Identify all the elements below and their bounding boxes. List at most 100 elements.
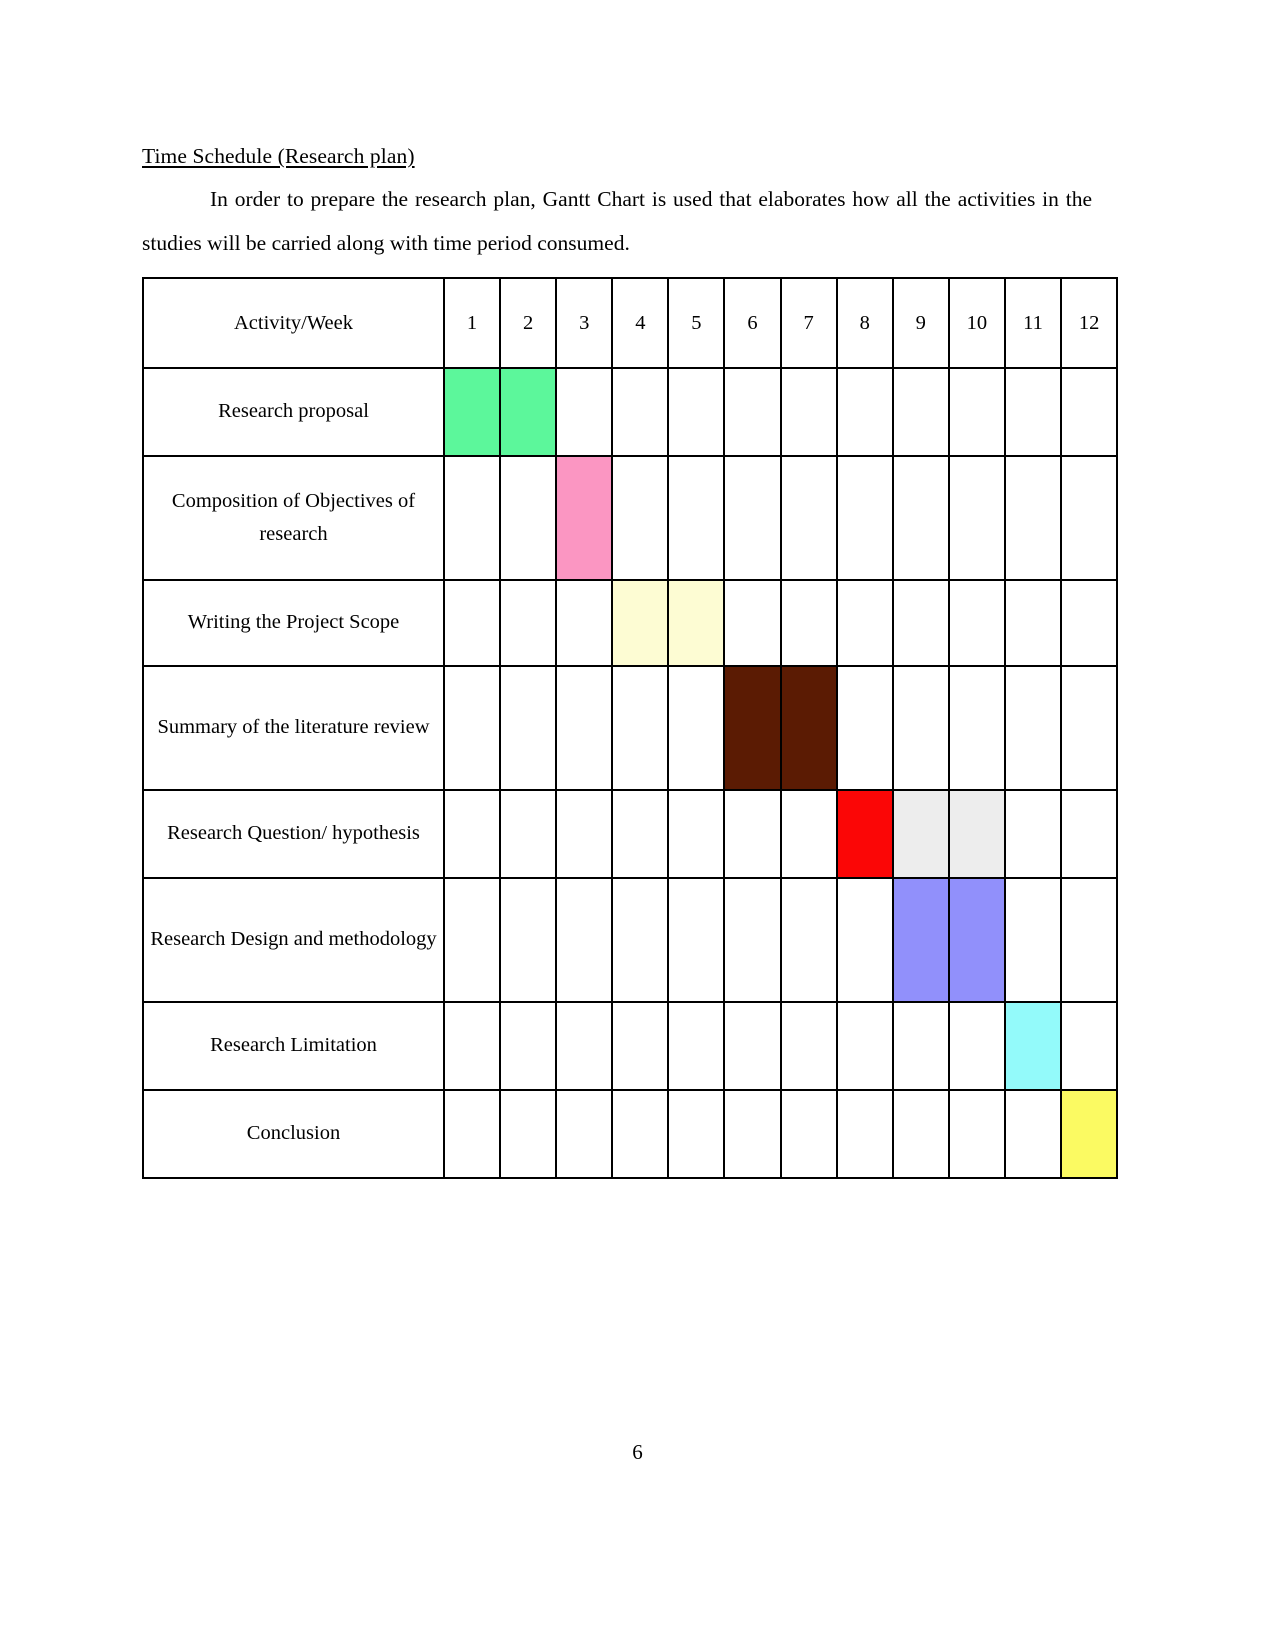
table-row: Research Limitation <box>142 1001 1119 1092</box>
gantt-empty-cell <box>442 665 502 792</box>
gantt-empty-cell <box>891 1089 950 1180</box>
gantt-empty-cell <box>611 877 670 1004</box>
gantt-empty-cell <box>667 789 726 880</box>
gantt-empty-cell <box>442 1001 502 1092</box>
gantt-empty-cell <box>442 1089 502 1180</box>
gantt-bar-cell <box>611 579 670 668</box>
gantt-empty-cell <box>611 455 670 582</box>
gantt-empty-cell <box>1060 455 1119 582</box>
table-row: Conclusion <box>142 1089 1119 1180</box>
gantt-empty-cell <box>835 367 894 458</box>
gantt-empty-cell <box>1060 1001 1119 1092</box>
gantt-empty-cell <box>947 1001 1006 1092</box>
gantt-empty-cell <box>1060 789 1119 880</box>
gantt-empty-cell <box>947 665 1006 792</box>
gantt-bar-cell <box>442 367 502 458</box>
table-row: Research proposal <box>142 367 1119 458</box>
gantt-empty-cell <box>499 1001 558 1092</box>
gantt-empty-cell <box>555 579 614 668</box>
gantt-empty-cell <box>723 1001 782 1092</box>
intro-paragraph: In order to prepare the research plan, G… <box>142 187 1092 255</box>
gantt-bar-cell <box>667 579 726 668</box>
gantt-empty-cell <box>555 1001 614 1092</box>
gantt-empty-cell <box>1060 579 1119 668</box>
gantt-empty-cell <box>1003 877 1063 1004</box>
gantt-empty-cell <box>779 1001 838 1092</box>
gantt-bar-cell <box>835 789 894 880</box>
gantt-empty-cell <box>667 1001 726 1092</box>
gantt-empty-cell <box>442 455 502 582</box>
gantt-empty-cell <box>499 1089 558 1180</box>
gantt-bar-cell <box>1060 1089 1119 1180</box>
week-header-3: 3 <box>555 277 614 370</box>
week-header-11: 11 <box>1003 277 1063 370</box>
gantt-empty-cell <box>499 579 558 668</box>
gantt-empty-cell <box>499 877 558 1004</box>
gantt-empty-cell <box>891 579 950 668</box>
gantt-empty-cell <box>499 665 558 792</box>
gantt-empty-cell <box>1060 877 1119 1004</box>
gantt-empty-cell <box>1003 367 1063 458</box>
table-body: Research proposal Composition of Objectiv… <box>142 367 1119 1180</box>
gantt-empty-cell <box>611 789 670 880</box>
gantt-empty-cell <box>555 877 614 1004</box>
gantt-empty-cell <box>835 579 894 668</box>
table-row: Research Design and methodology <box>142 877 1119 1004</box>
activity-label: Composition of Objectives of research <box>142 455 445 582</box>
activity-week-header: Activity/Week <box>142 277 445 370</box>
activity-label: Conclusion <box>142 1089 445 1180</box>
section-heading: Time Schedule (Research plan) <box>142 144 415 168</box>
table-row: Writing the Project Scope <box>142 579 1119 668</box>
gantt-empty-cell <box>555 665 614 792</box>
gantt-bar-cell <box>891 789 950 880</box>
gantt-empty-cell <box>779 579 838 668</box>
gantt-empty-cell <box>947 1089 1006 1180</box>
gantt-empty-cell <box>779 789 838 880</box>
gantt-empty-cell <box>835 877 894 1004</box>
gantt-empty-cell <box>779 367 838 458</box>
week-header-10: 10 <box>947 277 1006 370</box>
gantt-empty-cell <box>723 1089 782 1180</box>
gantt-empty-cell <box>835 455 894 582</box>
gantt-bar-cell <box>947 789 1006 880</box>
gantt-empty-cell <box>667 665 726 792</box>
gantt-empty-cell <box>891 455 950 582</box>
week-header-6: 6 <box>723 277 782 370</box>
gantt-empty-cell <box>667 455 726 582</box>
gantt-empty-cell <box>779 1089 838 1180</box>
activity-label: Writing the Project Scope <box>142 579 445 668</box>
gantt-bar-cell <box>779 665 838 792</box>
gantt-empty-cell <box>442 579 502 668</box>
gantt-empty-cell <box>779 877 838 1004</box>
gantt-empty-cell <box>947 367 1006 458</box>
gantt-bar-cell <box>947 877 1006 1004</box>
activity-label: Research Design and methodology <box>142 877 445 1004</box>
table-row: Research Question/ hypothesis <box>142 789 1119 880</box>
gantt-empty-cell <box>835 1089 894 1180</box>
activity-label: Research Limitation <box>142 1001 445 1092</box>
gantt-bar-cell <box>1003 1001 1063 1092</box>
gantt-empty-cell <box>499 789 558 880</box>
gantt-empty-cell <box>891 367 950 458</box>
week-header-8: 8 <box>835 277 894 370</box>
table-row: Composition of Objectives of research <box>142 455 1119 582</box>
gantt-bar-cell <box>723 665 782 792</box>
gantt-bar-cell <box>891 877 950 1004</box>
gantt-bar-cell <box>555 455 614 582</box>
week-header-12: 12 <box>1060 277 1119 370</box>
gantt-empty-cell <box>835 665 894 792</box>
gantt-empty-cell <box>723 877 782 1004</box>
gantt-empty-cell <box>667 367 726 458</box>
gantt-empty-cell <box>667 877 726 1004</box>
table-row: Summary of the literature review <box>142 665 1119 792</box>
gantt-empty-cell <box>891 1001 950 1092</box>
gantt-empty-cell <box>723 789 782 880</box>
table-header: Activity/Week 1 2 3 4 5 6 7 8 9 10 11 12 <box>142 277 1119 370</box>
gantt-empty-cell <box>835 1001 894 1092</box>
gantt-chart-table: Activity/Week 1 2 3 4 5 6 7 8 9 10 11 12… <box>142 277 1119 1180</box>
week-header-2: 2 <box>499 277 558 370</box>
gantt-empty-cell <box>442 877 502 1004</box>
week-header-4: 4 <box>611 277 670 370</box>
document-page: Time Schedule (Research plan) In order t… <box>0 0 1275 1650</box>
gantt-empty-cell <box>611 1089 670 1180</box>
